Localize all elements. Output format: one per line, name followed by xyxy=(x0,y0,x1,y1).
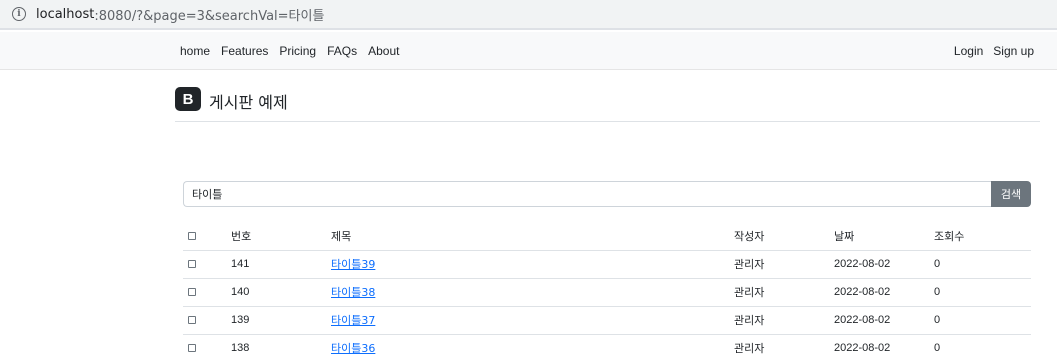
row-author: 관리자 xyxy=(734,334,834,360)
url-path: :8080/?&page=3&searchVal=타이틀 xyxy=(94,8,325,24)
header-author: 작성자 xyxy=(734,222,834,251)
row-views: 0 xyxy=(934,306,1031,335)
browser-address-bar: i localhost:8080/?&page=3&searchVal=타이틀 xyxy=(0,0,1057,30)
post-title-link[interactable]: 타이틀39 xyxy=(331,258,375,271)
row-views: 0 xyxy=(934,334,1031,360)
nav-link-faqs[interactable]: FAQs xyxy=(327,44,357,58)
info-icon[interactable]: i xyxy=(12,7,26,21)
post-title-link[interactable]: 타이틀38 xyxy=(331,286,375,299)
row-checkbox[interactable] xyxy=(188,344,196,353)
select-all-checkbox[interactable] xyxy=(188,232,196,241)
url-field[interactable]: i localhost:8080/?&page=3&searchVal=타이틀 xyxy=(0,0,1057,28)
row-number: 139 xyxy=(231,306,331,335)
post-title-link[interactable]: 타이틀37 xyxy=(331,314,375,327)
nav-link-features[interactable]: Features xyxy=(221,44,268,58)
board-table: 번호 제목 작성자 날짜 조회수 141 타이틀39 관리자 2022-08-0… xyxy=(183,222,1031,360)
table-row: 139 타이틀37 관리자 2022-08-02 0 xyxy=(183,306,1031,335)
table-header-row: 번호 제목 작성자 날짜 조회수 xyxy=(183,222,1031,251)
nav-right-links: Login Sign up xyxy=(944,32,1034,70)
bootstrap-logo-icon[interactable]: B xyxy=(175,87,201,111)
page-title: 게시판 예제 xyxy=(209,93,288,112)
nav-link-pricing[interactable]: Pricing xyxy=(279,44,316,58)
header-views: 조회수 xyxy=(934,222,1031,251)
row-checkbox[interactable] xyxy=(188,316,196,325)
search-form: 검색 xyxy=(183,181,1031,207)
login-link[interactable]: Login xyxy=(954,44,983,58)
row-number: 141 xyxy=(231,250,331,279)
top-navbar: home Features Pricing FAQs About Login S… xyxy=(0,32,1057,70)
row-date: 2022-08-02 xyxy=(834,278,934,307)
search-button[interactable]: 검색 xyxy=(991,181,1031,207)
header-number: 번호 xyxy=(231,222,331,251)
table-row: 140 타이틀38 관리자 2022-08-02 0 xyxy=(183,278,1031,307)
row-checkbox[interactable] xyxy=(188,260,196,269)
table-row: 138 타이틀36 관리자 2022-08-02 0 xyxy=(183,334,1031,360)
row-date: 2022-08-02 xyxy=(834,306,934,335)
header-title: 제목 xyxy=(331,222,734,251)
nav-left-links: home Features Pricing FAQs About xyxy=(180,32,410,70)
row-checkbox[interactable] xyxy=(188,288,196,297)
search-input[interactable] xyxy=(183,181,991,207)
post-title-link[interactable]: 타이틀36 xyxy=(331,342,375,355)
row-author: 관리자 xyxy=(734,306,834,335)
row-views: 0 xyxy=(934,250,1031,279)
row-number: 138 xyxy=(231,334,331,360)
nav-link-home[interactable]: home xyxy=(180,44,210,58)
row-date: 2022-08-02 xyxy=(834,250,934,279)
row-author: 관리자 xyxy=(734,250,834,279)
row-views: 0 xyxy=(934,278,1031,307)
row-author: 관리자 xyxy=(734,278,834,307)
header-date: 날짜 xyxy=(834,222,934,251)
nav-link-about[interactable]: About xyxy=(368,44,399,58)
signup-link[interactable]: Sign up xyxy=(993,44,1034,58)
table-row: 141 타이틀39 관리자 2022-08-02 0 xyxy=(183,250,1031,279)
url-host: localhost xyxy=(36,6,95,22)
page-header: B 게시판 예제 xyxy=(175,86,1040,122)
row-number: 140 xyxy=(231,278,331,307)
row-date: 2022-08-02 xyxy=(834,334,934,360)
